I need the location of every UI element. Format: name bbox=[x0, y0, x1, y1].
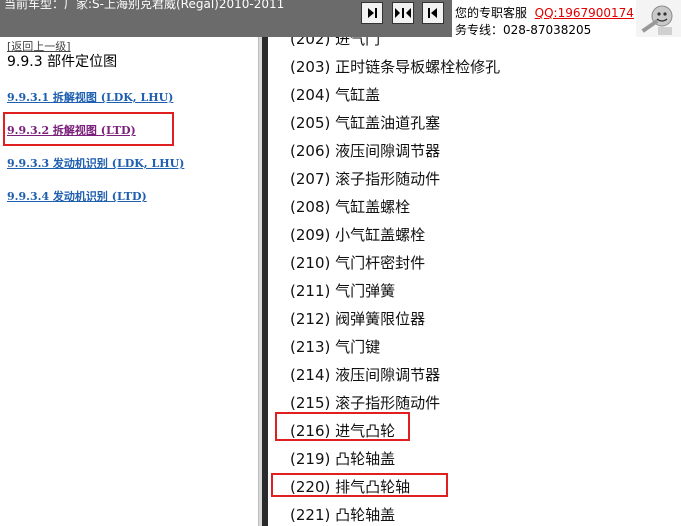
mascot-logo bbox=[636, 0, 681, 37]
highlight-box bbox=[3, 112, 174, 146]
toc-link-engine-id-ltd[interactable]: 9.9.3.4 发动机识别 (LTD) bbox=[7, 188, 147, 204]
part-item: (213) 气门键 bbox=[290, 338, 381, 356]
expand-button[interactable] bbox=[392, 2, 414, 24]
qq-link[interactable]: QQ:1967900174 bbox=[535, 6, 634, 20]
part-item: (204) 气缸盖 bbox=[290, 86, 381, 104]
part-item: (209) 小气缸盖螺栓 bbox=[290, 226, 426, 244]
top-header-bar: 当前车型：厂家:S-上海别克君威(Regal)2010-2011 您的专职客服 … bbox=[0, 0, 681, 37]
step-back-button[interactable] bbox=[422, 2, 444, 24]
wrench-logo-icon bbox=[636, 0, 681, 37]
section-title: 9.9.3 部件定位图 bbox=[7, 54, 118, 70]
expand-arrows-icon bbox=[395, 8, 411, 18]
part-item: (210) 气门杆密封件 bbox=[290, 254, 426, 272]
part-item: (215) 滚子指形随动件 bbox=[290, 394, 441, 412]
parts-list-panel: (202) 进气门 (203) 正时链条导板螺栓检修孔 (204) 气缸盖 (2… bbox=[268, 37, 681, 526]
step-back-icon bbox=[428, 8, 437, 18]
left-navigation-panel: [返回上一级] 9.9.3 部件定位图 9.9.3.1 拆解视图 (LDK, L… bbox=[0, 37, 258, 526]
part-item: (203) 正时链条导板螺栓检修孔 bbox=[290, 58, 501, 76]
part-item: (212) 阀弹簧限位器 bbox=[290, 310, 426, 328]
part-item: (207) 滚子指形随动件 bbox=[290, 170, 441, 188]
toc-link-exploded-view-ldk-lhu[interactable]: 9.9.3.1 拆解视图 (LDK, LHU) bbox=[7, 89, 173, 105]
highlight-box bbox=[275, 412, 410, 441]
part-item: (206) 液压间隙调节器 bbox=[290, 142, 441, 160]
service-hotline: 务专线：028-87038205 bbox=[455, 23, 592, 37]
part-item: (208) 气缸盖螺栓 bbox=[290, 198, 411, 216]
step-forward-icon bbox=[368, 8, 377, 18]
part-item: (214) 液压间隙调节器 bbox=[290, 366, 441, 384]
part-item: (219) 凸轮轴盖 bbox=[290, 450, 396, 468]
customer-service-label: 您的专职客服 bbox=[455, 6, 528, 20]
toc-link-engine-id-ldk-lhu[interactable]: 9.9.3.3 发动机识别 (LDK, LHU) bbox=[7, 155, 184, 171]
part-item: (221) 凸轮轴盖 bbox=[290, 506, 396, 524]
part-item: (205) 气缸盖油道孔塞 bbox=[290, 114, 441, 132]
highlight-box bbox=[271, 473, 448, 497]
part-item: (211) 气门弹簧 bbox=[290, 282, 396, 300]
customer-service-line: 您的专职客服 QQ:1967900174 bbox=[455, 4, 634, 21]
step-forward-button[interactable] bbox=[361, 2, 383, 24]
customer-service-panel: 您的专职客服 QQ:1967900174 务专线：028-87038205 bbox=[452, 0, 662, 37]
part-item: (202) 进气门 bbox=[290, 37, 381, 48]
current-vehicle-label: 当前车型：厂家:S-上海别克君威(Regal)2010-2011 bbox=[4, 0, 285, 11]
